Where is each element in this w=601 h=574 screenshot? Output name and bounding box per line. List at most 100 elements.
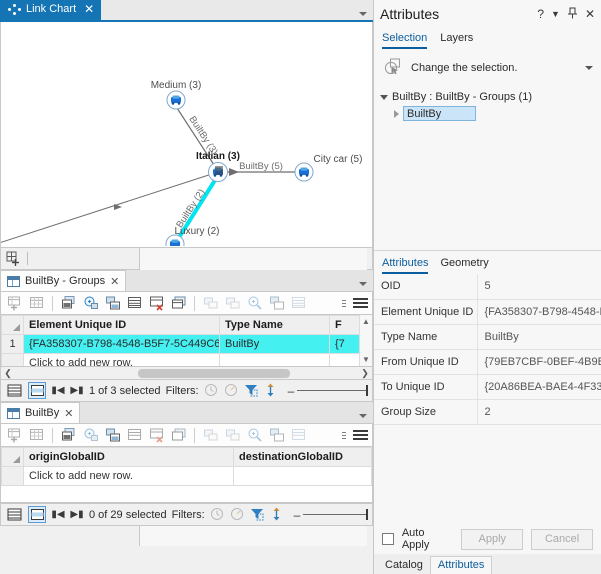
auto-apply-checkbox[interactable] xyxy=(382,533,394,545)
related-data-icon[interactable] xyxy=(169,426,188,445)
builtby-tabstrip-chevron-down-icon[interactable] xyxy=(359,414,367,418)
change-selection-command[interactable]: Change the selection. xyxy=(374,49,601,85)
table-row[interactable]: From Unique ID {79EB7CBF-0BEF-4B9B-8579- xyxy=(374,349,601,374)
table-row[interactable]: 1 {FA358307-B798-4548-B5F7-5C449C61B61C}… xyxy=(2,335,372,354)
extent-filter-icon[interactable] xyxy=(270,507,285,522)
scroll-right-icon[interactable]: ❯ xyxy=(359,368,371,379)
groups-tabstrip-chevron-down-icon[interactable] xyxy=(359,282,367,286)
zoom-field-icon[interactable] xyxy=(245,426,264,445)
calculate-field-icon[interactable] xyxy=(27,294,46,313)
menu-icon[interactable] xyxy=(353,430,368,440)
tab-builtby-close-icon[interactable]: ✕ xyxy=(64,407,73,420)
record-view-icon[interactable] xyxy=(28,382,46,399)
calculate-field-icon[interactable] xyxy=(27,426,46,445)
delete-field-icon[interactable] xyxy=(223,426,242,445)
table-view-icon[interactable] xyxy=(5,382,23,399)
scroll-down-icon[interactable]: ▼ xyxy=(360,353,372,366)
table-view-icon[interactable] xyxy=(5,506,23,523)
apply-button[interactable]: Apply xyxy=(461,529,523,550)
node-medium[interactable]: Medium (3) xyxy=(151,80,202,109)
zoom-to-selection-icon[interactable] xyxy=(81,426,100,445)
tabstrip-chevron-down-icon[interactable] xyxy=(359,12,367,16)
overflow-dots-icon[interactable] xyxy=(342,432,346,439)
add-field-icon[interactable] xyxy=(201,426,220,445)
node-luxury[interactable]: Luxury (2) xyxy=(166,226,220,246)
tab-layers[interactable]: Layers xyxy=(440,32,473,49)
switch-field-icon[interactable] xyxy=(267,426,286,445)
add-row-cell-2[interactable] xyxy=(234,467,372,486)
new-link-chart-icon[interactable] xyxy=(6,251,21,266)
tab-builtby-groups-close-icon[interactable]: ✕ xyxy=(110,275,119,288)
pin-icon[interactable] xyxy=(567,7,578,22)
first-record-icon[interactable]: ▮◀ xyxy=(51,385,65,396)
help-icon[interactable]: ? xyxy=(537,7,544,21)
tree-child-row[interactable]: BuiltBy xyxy=(394,105,597,122)
switch-field-icon[interactable] xyxy=(267,294,286,313)
column-header-destination-global-id[interactable]: destinationGlobalID xyxy=(234,448,372,467)
overflow-dots-icon[interactable] xyxy=(342,300,346,307)
expand-collapse-icon[interactable] xyxy=(380,95,388,100)
tab-builtby-groups[interactable]: BuiltBy - Groups ✕ xyxy=(0,270,126,291)
tab-catalog[interactable]: Catalog xyxy=(378,557,430,574)
table-row[interactable]: OID 5 xyxy=(374,274,601,299)
delete-selection-icon[interactable] xyxy=(147,426,166,445)
panel-menu-icon[interactable]: ▼ xyxy=(551,9,560,19)
zoom-field-icon[interactable] xyxy=(245,294,264,313)
time-filter-icon[interactable] xyxy=(210,507,225,522)
zoom-knob[interactable] xyxy=(366,385,368,396)
hscroll-track[interactable] xyxy=(14,369,359,378)
zoom-track[interactable] xyxy=(297,390,368,391)
groups-table-horizontal-scrollbar[interactable]: ❮ ❯ xyxy=(0,367,373,380)
fields-view-icon[interactable] xyxy=(289,426,308,445)
expand-icon[interactable] xyxy=(394,110,399,118)
copy-icon[interactable] xyxy=(59,426,78,445)
range-filter-icon[interactable] xyxy=(224,383,239,398)
add-new-row[interactable]: Click to add new row. xyxy=(2,467,372,486)
zoom-knob[interactable] xyxy=(366,509,368,520)
switch-selection-icon[interactable] xyxy=(103,426,122,445)
tree-child-label[interactable]: BuiltBy xyxy=(403,106,476,121)
scroll-left-icon[interactable]: ❮ xyxy=(2,368,14,379)
tab-geometry[interactable]: Geometry xyxy=(440,257,488,274)
groups-table-vertical-scrollbar[interactable]: ▲ ▼ xyxy=(359,315,372,366)
fields-view-icon[interactable] xyxy=(289,294,308,313)
field-value-group-size[interactable]: 2 xyxy=(477,399,601,424)
field-value-oid[interactable]: 5 xyxy=(477,274,601,299)
zoom-slider[interactable]: – xyxy=(294,508,368,522)
selection-filter-icon[interactable] xyxy=(244,383,259,398)
add-row-hint[interactable]: Click to add new row. xyxy=(24,467,234,486)
last-record-icon[interactable]: ▶▮ xyxy=(70,385,84,396)
clear-selection-icon[interactable] xyxy=(125,426,144,445)
field-value-type-name[interactable]: BuiltBy xyxy=(477,324,601,349)
menu-icon[interactable] xyxy=(353,298,368,308)
record-view-icon[interactable] xyxy=(28,506,46,523)
hscroll-thumb[interactable] xyxy=(138,369,290,378)
table-row[interactable]: Element Unique ID {FA358307-B798-4548-B5… xyxy=(374,299,601,324)
selection-filter-icon[interactable] xyxy=(250,507,265,522)
clear-selection-icon[interactable] xyxy=(125,294,144,313)
column-header-type-name[interactable]: Type Name xyxy=(220,316,330,335)
column-header-origin-global-id[interactable]: originGlobalID xyxy=(24,448,234,467)
cell-type-name[interactable]: BuiltBy xyxy=(220,335,330,354)
tree-root-row[interactable]: BuiltBy : BuiltBy - Groups (1) xyxy=(380,89,597,105)
add-field-icon[interactable] xyxy=(201,294,220,313)
table-row[interactable]: Group Size 2 xyxy=(374,399,601,424)
add-row-icon[interactable] xyxy=(5,426,24,445)
scroll-up-icon[interactable]: ▲ xyxy=(360,315,372,328)
add-new-row[interactable]: Click to add new row. xyxy=(2,354,372,368)
tab-link-chart-close-icon[interactable]: ✕ xyxy=(84,2,94,16)
range-filter-icon[interactable] xyxy=(230,507,245,522)
zoom-slider[interactable]: – xyxy=(288,384,368,398)
add-row-hint[interactable]: Click to add new row. xyxy=(24,354,220,368)
tab-attributes-bottom[interactable]: Attributes xyxy=(430,556,492,574)
field-value-to-unique-id[interactable]: {20A86BEA-BAE4-4F33-B10E xyxy=(477,374,601,399)
copy-icon[interactable] xyxy=(59,294,78,313)
table-row[interactable]: Type Name BuiltBy xyxy=(374,324,601,349)
link-chart-canvas[interactable]: Medium (3) Italian (3) City xyxy=(0,22,373,248)
first-record-icon[interactable]: ▮◀ xyxy=(51,509,65,520)
table-row[interactable]: To Unique ID {20A86BEA-BAE4-4F33-B10E xyxy=(374,374,601,399)
select-all-corner[interactable] xyxy=(2,448,24,467)
last-record-icon[interactable]: ▶▮ xyxy=(70,509,84,520)
change-selection-chevron-down-icon[interactable] xyxy=(585,66,593,70)
related-data-icon[interactable] xyxy=(169,294,188,313)
